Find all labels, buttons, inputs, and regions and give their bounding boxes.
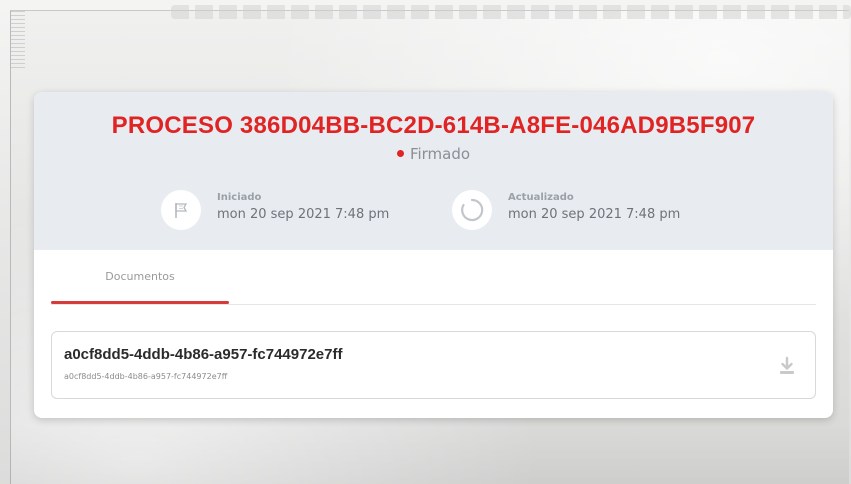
background-shade [10, 425, 849, 484]
process-status: Firmado [34, 145, 833, 163]
status-dot [396, 150, 404, 157]
process-card: PROCESO 386D04BB-BC2D-614B-A8FE-046AD9B5… [34, 92, 833, 418]
document-name: a0cf8dd5-4ddb-4b86-a957-fc744972e7ff [64, 346, 343, 363]
flag-icon [161, 190, 201, 230]
process-header: PROCESO 386D04BB-BC2D-614B-A8FE-046AD9B5… [34, 92, 833, 250]
tab-documentos[interactable]: Documentos [51, 264, 229, 304]
tab-label: Documentos [105, 270, 175, 283]
updated-label: Actualizado [508, 192, 574, 203]
started-label: Iniciado [217, 192, 262, 203]
download-button[interactable] [773, 352, 801, 380]
document-subtitle: a0cf8dd5-4ddb-4b86-a957-fc744972e7ff [64, 372, 228, 381]
download-icon [780, 356, 794, 374]
decorative-stripes [11, 11, 25, 71]
started-value: mon 20 sep 2021 7:48 pm [217, 207, 390, 222]
decorative-top-bar [171, 5, 851, 19]
status-label: Firmado [409, 145, 471, 163]
tab-bar: Documentos [51, 264, 816, 305]
document-item[interactable]: a0cf8dd5-4ddb-4b86-a957-fc744972e7ff a0c… [51, 331, 816, 399]
updated-info: Actualizado mon 20 sep 2021 7:48 pm [452, 190, 752, 230]
updated-value: mon 20 sep 2021 7:48 pm [508, 207, 681, 222]
started-info: Iniciado mon 20 sep 2021 7:48 pm [161, 190, 441, 230]
active-tab-indicator [51, 301, 229, 304]
process-title: PROCESO 386D04BB-BC2D-614B-A8FE-046AD9B5… [111, 112, 756, 139]
refresh-icon [452, 190, 492, 230]
